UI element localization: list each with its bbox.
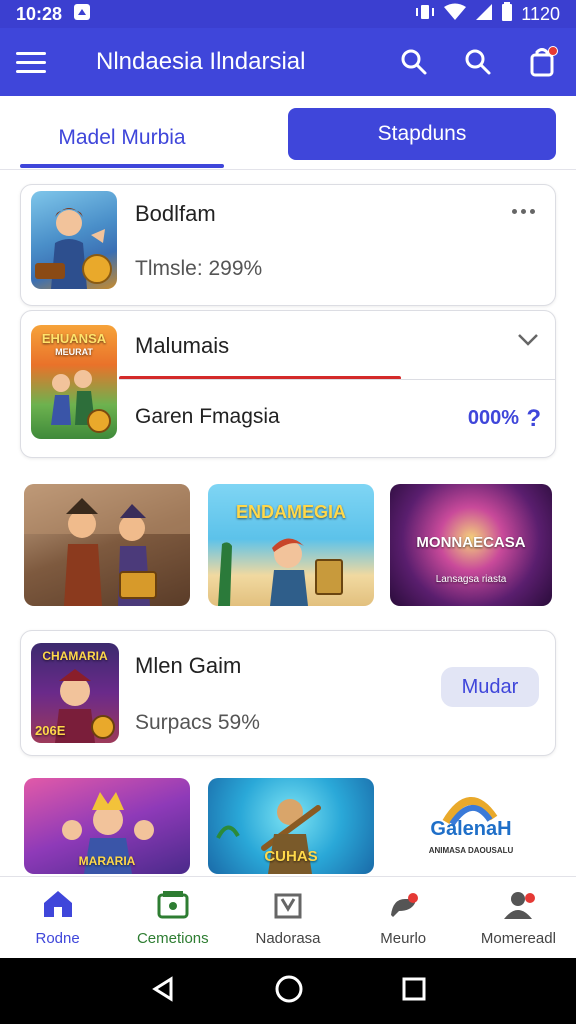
- tab-stapduns[interactable]: Stapduns: [288, 108, 556, 160]
- card-1-subtitle: Tlmsle: 299%: [135, 257, 263, 280]
- tile-3-subtitle: Lansagsa riasta: [435, 574, 507, 585]
- game-tile-6[interactable]: GalenaH ANIMASA DAOUSALU: [390, 778, 552, 874]
- tile-3-title: MONNAECASA: [416, 534, 526, 551]
- tile-6-title: GalenaH: [430, 818, 512, 840]
- cart-icon[interactable]: [524, 44, 560, 80]
- bottom-navigation: Rodne Cemetions Nadorasa Meurlo Momeread…: [0, 876, 576, 958]
- wifi-icon: [443, 3, 467, 26]
- game-tile-5[interactable]: CUHAS: [208, 778, 374, 874]
- game-thumbnail-1: [31, 191, 117, 289]
- status-time: 10:28: [16, 3, 63, 24]
- tile-5-title: CUHAS: [264, 848, 318, 865]
- card-2-percent: 000%: [467, 407, 519, 429]
- card-3-subtitle: Surpacs 59%: [135, 711, 260, 734]
- nav-home-label: Rodne: [35, 929, 80, 947]
- box-icon: [272, 889, 304, 924]
- app-title: Nlndaesia Ilndarsial: [96, 48, 306, 75]
- app-bar: Nlndaesia Ilndarsial: [0, 28, 576, 96]
- nav-meurlo-label: Meurlo: [380, 929, 427, 947]
- nav-meurlo[interactable]: Meurlo: [346, 877, 461, 958]
- game-tile-2[interactable]: ENDAMEGIA: [208, 484, 374, 606]
- signal-icon: [475, 3, 493, 26]
- wallet-icon: [157, 889, 189, 924]
- nav-home[interactable]: Rodne: [0, 877, 115, 958]
- tab-madel-murbia[interactable]: Madel Murbia: [20, 110, 224, 166]
- home-circle-icon[interactable]: [274, 974, 304, 1009]
- nav-momereadl-badge: [524, 893, 535, 903]
- vibrate-icon: [415, 3, 435, 26]
- back-icon[interactable]: [149, 975, 177, 1008]
- nav-cemetions[interactable]: Cemetions: [115, 877, 230, 958]
- menu-icon[interactable]: [16, 44, 52, 80]
- game-thumbnail-3: CHAMARIA 206E: [31, 643, 119, 743]
- nav-momereadl[interactable]: Momereadl: [461, 877, 576, 958]
- status-bar: 10:28 1120: [0, 0, 576, 28]
- game-tile-4[interactable]: MARARIA: [24, 778, 190, 874]
- system-navigation-bar: [0, 958, 576, 1024]
- more-options-icon[interactable]: [512, 209, 535, 214]
- game-tile-1[interactable]: [24, 484, 190, 606]
- card-2-subtitle: Garen Fmagsia: [135, 405, 280, 428]
- help-icon[interactable]: ?: [526, 405, 541, 433]
- nav-nadorasa[interactable]: Nadorasa: [230, 877, 345, 958]
- game-thumbnail-2: EHUANSA MEURAT: [31, 325, 117, 439]
- card-3-title: Mlen Gaim: [135, 653, 242, 678]
- nav-momereadl-label: Momereadl: [480, 929, 556, 947]
- search-icon[interactable]: [396, 44, 432, 80]
- game-card-1[interactable]: Bodlfam Tlmsle: 299%: [20, 184, 556, 306]
- card-2-divider: [119, 379, 556, 380]
- search-icon-secondary[interactable]: [460, 44, 496, 80]
- recents-icon[interactable]: [401, 976, 427, 1007]
- tile-4-title: MARARIA: [78, 854, 136, 868]
- tab-bar: Madel Murbia Stapduns: [0, 96, 576, 170]
- thumb-3-label: 206E: [35, 723, 66, 738]
- tab-indicator: [20, 164, 224, 168]
- notification-icon: [72, 2, 92, 27]
- card-1-title: Bodlfam: [135, 201, 216, 226]
- chevron-down-icon[interactable]: [517, 333, 539, 352]
- home-icon: [42, 889, 74, 924]
- cart-badge: [548, 46, 558, 56]
- nav-cemetions-label: Cemetions: [136, 929, 209, 947]
- mudar-button[interactable]: Mudar: [441, 667, 539, 707]
- nav-meurlo-badge: [407, 893, 418, 903]
- game-tile-3[interactable]: MONNAECASA Lansagsa riasta: [390, 484, 552, 606]
- battery-icon: [501, 1, 513, 27]
- card-2-title: Malumais: [135, 333, 230, 358]
- tile-6-subtitle: ANIMASA DAOUSALU: [428, 846, 514, 855]
- game-card-3[interactable]: CHAMARIA 206E Mlen Gaim Surpacs 59% Muda…: [20, 630, 556, 756]
- game-card-2[interactable]: EHUANSA MEURAT Malumais Garen Fmagsia 00…: [20, 310, 556, 458]
- nav-nadorasa-label: Nadorasa: [255, 929, 321, 947]
- status-right-time: 1120: [521, 3, 560, 24]
